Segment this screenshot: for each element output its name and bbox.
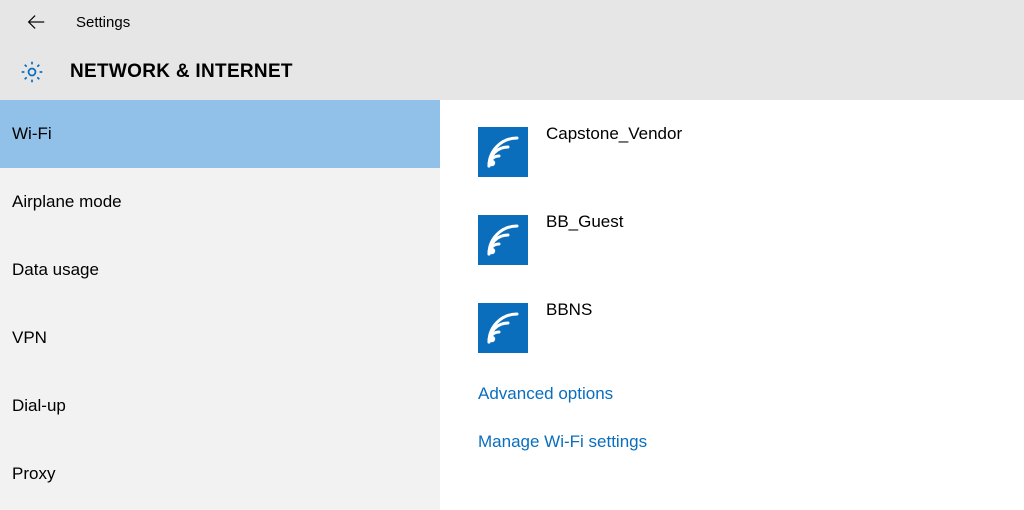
sidebar-item-label: Airplane mode [12,192,122,212]
body: Wi-Fi Airplane mode Data usage VPN Dial-… [0,100,1024,510]
header: Settings NETWORK & INTERNET [0,0,1024,100]
wifi-network-name: BBNS [546,300,592,320]
wifi-network-name: Capstone_Vendor [546,124,682,144]
wifi-icon [478,127,528,177]
sidebar-item-label: Proxy [12,464,55,484]
header-title: Settings [76,14,130,31]
wifi-network-row[interactable]: BBNS [478,294,1024,362]
section-title: NETWORK & INTERNET [70,61,293,83]
gear-icon [18,58,46,86]
sidebar-item-data-usage[interactable]: Data usage [0,236,440,304]
links-section: Advanced options Manage Wi-Fi settings [478,384,1024,452]
sidebar-item-label: Data usage [12,260,99,280]
sidebar-item-wifi[interactable]: Wi-Fi [0,100,440,168]
sidebar: Wi-Fi Airplane mode Data usage VPN Dial-… [0,100,440,510]
wifi-network-row[interactable]: Capstone_Vendor [478,118,1024,186]
back-button[interactable] [24,10,48,34]
content-panel: Capstone_Vendor BB_Guest [440,100,1024,510]
sidebar-item-label: Dial-up [12,396,66,416]
back-arrow-icon [25,11,47,33]
sidebar-item-vpn[interactable]: VPN [0,304,440,372]
manage-wifi-settings-link[interactable]: Manage Wi-Fi settings [478,432,1024,452]
wifi-icon [478,215,528,265]
sidebar-item-airplane-mode[interactable]: Airplane mode [0,168,440,236]
sidebar-item-label: Wi-Fi [12,124,52,144]
header-top-bar: Settings [0,0,1024,44]
sidebar-item-proxy[interactable]: Proxy [0,440,440,508]
wifi-network-name: BB_Guest [546,212,624,232]
header-main: NETWORK & INTERNET [0,44,1024,100]
advanced-options-link[interactable]: Advanced options [478,384,1024,404]
sidebar-item-label: VPN [12,328,47,348]
sidebar-item-dial-up[interactable]: Dial-up [0,372,440,440]
wifi-icon [478,303,528,353]
wifi-network-row[interactable]: BB_Guest [478,206,1024,274]
